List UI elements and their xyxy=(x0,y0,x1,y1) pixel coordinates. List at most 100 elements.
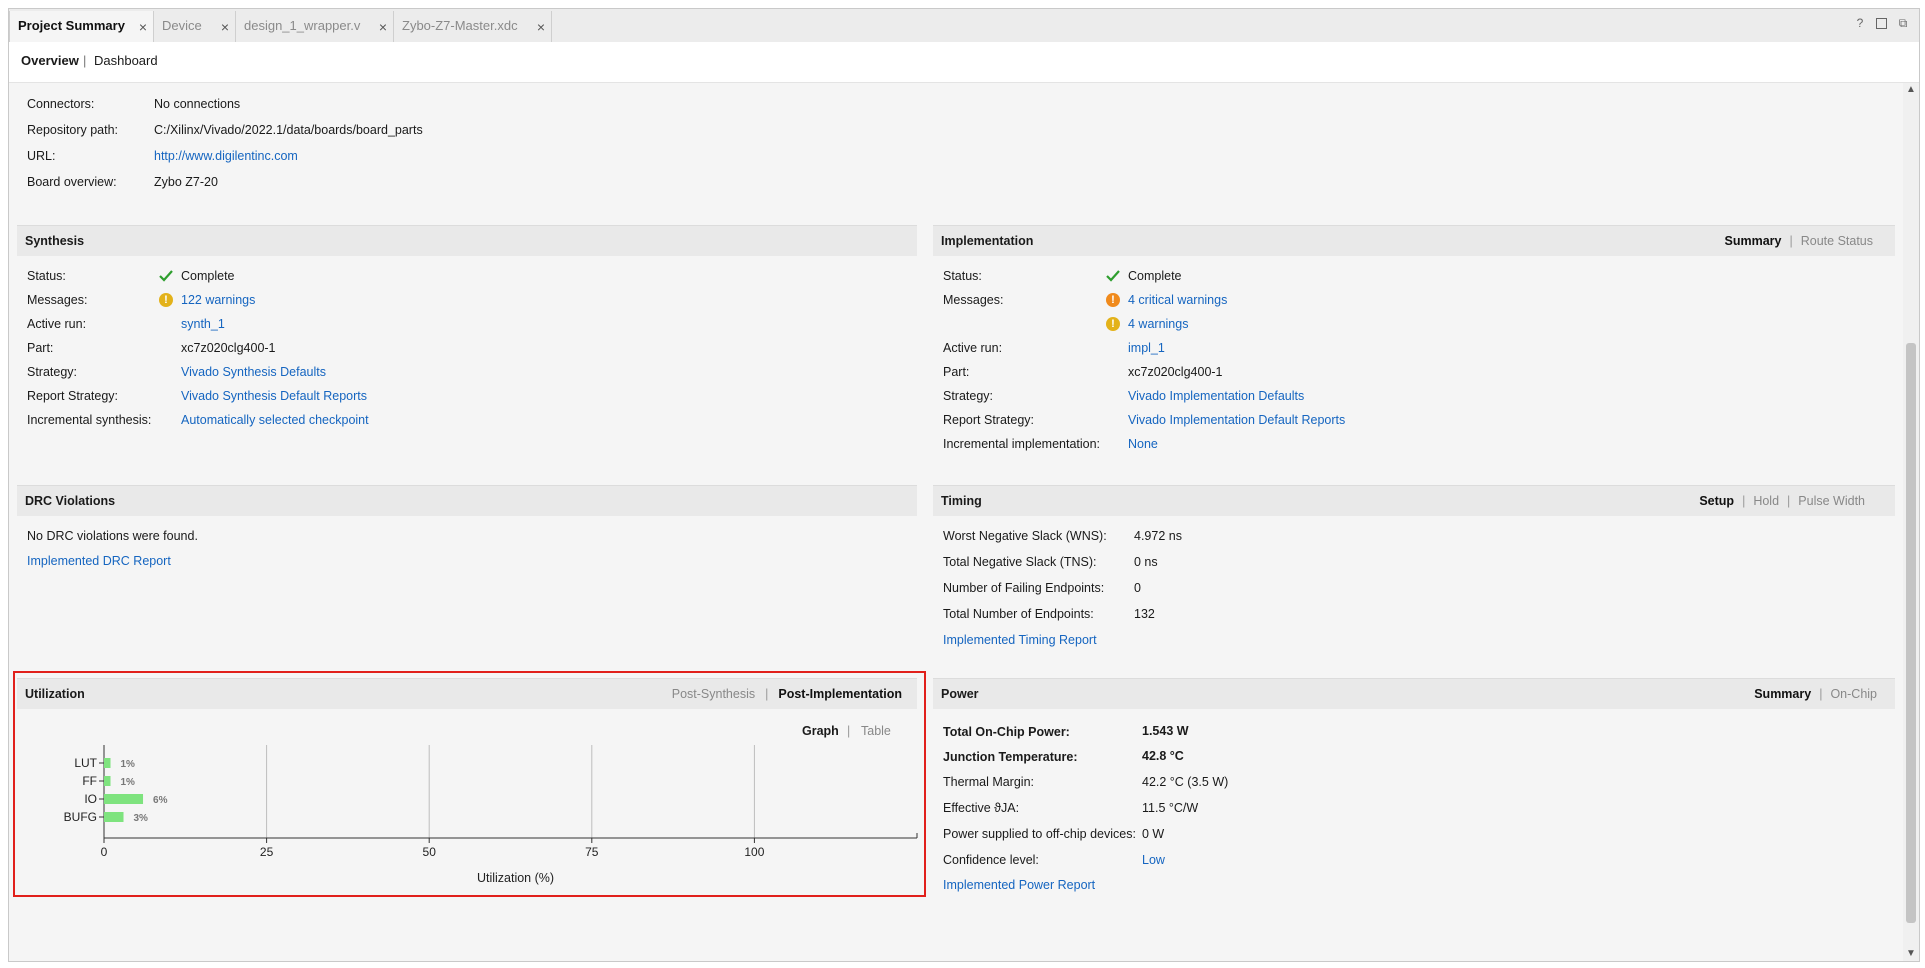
view-separator: | xyxy=(847,724,851,738)
check-icon xyxy=(1106,270,1120,282)
view-graph-toggle[interactable]: Graph xyxy=(802,724,839,738)
tab-route-status[interactable]: Route Status xyxy=(1801,234,1873,248)
tab-label: Device xyxy=(162,18,202,33)
tab-xdc[interactable]: Zybo-Z7-Master.xdc × xyxy=(394,11,552,42)
junction-temp-label: Junction Temperature: xyxy=(943,750,1078,764)
subnav-separator: | xyxy=(83,53,87,68)
synth-report-link[interactable]: Vivado Synthesis Default Reports xyxy=(181,389,367,403)
tab-project-summary[interactable]: Project Summary × xyxy=(9,11,154,43)
close-icon[interactable]: × xyxy=(221,12,229,42)
warning-icon: ! xyxy=(1106,317,1120,331)
thermal-margin-label: Thermal Margin: xyxy=(943,775,1034,789)
drc-report-link[interactable]: Implemented DRC Report xyxy=(27,554,171,568)
synthesis-title: Synthesis xyxy=(25,234,85,248)
drc-title: DRC Violations xyxy=(25,494,116,508)
repo-path-label: Repository path: xyxy=(27,123,119,137)
tab-post-synthesis[interactable]: Post-Synthesis xyxy=(672,687,755,701)
scrollbar-thumb[interactable] xyxy=(1906,343,1916,923)
confidence-label: Confidence level: xyxy=(943,853,1039,867)
impl-active-run-link[interactable]: impl_1 xyxy=(1128,341,1165,355)
tns-label: Total Negative Slack (TNS): xyxy=(943,555,1097,569)
check-icon xyxy=(159,270,173,282)
offchip-power-label: Power supplied to off-chip devices: xyxy=(943,827,1136,841)
junction-temp-value: 42.8 °C xyxy=(1142,749,1184,763)
power-panel-header: Power Summary | On-Chip xyxy=(933,678,1895,709)
synth-incremental-link[interactable]: Automatically selected checkpoint xyxy=(181,413,369,427)
timing-title: Timing xyxy=(941,494,982,508)
total-power-label: Total On-Chip Power: xyxy=(943,725,1070,739)
url-label: URL: xyxy=(27,149,56,163)
x-tick-label: 0 xyxy=(101,845,108,859)
tab-power-summary[interactable]: Summary xyxy=(1754,687,1811,701)
tab-design-wrapper[interactable]: design_1_wrapper.v × xyxy=(236,11,394,42)
synth-strategy-link[interactable]: Vivado Synthesis Defaults xyxy=(181,365,326,379)
power-tabs: Summary | On-Chip xyxy=(1754,687,1877,701)
board-overview-label: Board overview: xyxy=(27,175,117,189)
utilization-tabs: Post-Synthesis | Post-Implementation xyxy=(671,687,902,701)
bar-lut xyxy=(104,758,111,768)
synth-active-run-link[interactable]: synth_1 xyxy=(181,317,225,331)
view-table-toggle[interactable]: Table xyxy=(861,724,891,738)
url-link[interactable]: http://www.digilentinc.com xyxy=(154,149,298,163)
synth-part-value: xc7z020clg400-1 xyxy=(181,341,276,355)
connectors-label: Connectors: xyxy=(27,97,95,111)
impl-incremental-link[interactable]: None xyxy=(1128,437,1158,451)
x-tick-label: 50 xyxy=(423,845,437,859)
power-title: Power xyxy=(941,687,979,701)
tab-pulse-width[interactable]: Pulse Width xyxy=(1798,494,1865,508)
tab-on-chip[interactable]: On-Chip xyxy=(1830,687,1877,701)
synthesis-panel-header: Synthesis xyxy=(17,225,917,256)
overview-link[interactable]: Overview xyxy=(21,53,79,68)
scroll-up-icon[interactable]: ▲ xyxy=(1903,83,1919,97)
timing-report-link[interactable]: Implemented Timing Report xyxy=(943,633,1097,647)
close-icon[interactable]: × xyxy=(537,12,545,42)
summary-content: Connectors: No connections Repository pa… xyxy=(9,83,1904,961)
dashboard-link[interactable]: Dashboard xyxy=(94,53,158,68)
vertical-scrollbar[interactable]: ▲ ▼ xyxy=(1903,83,1919,961)
tab-device[interactable]: Device × xyxy=(154,11,236,42)
scroll-down-icon[interactable]: ▼ xyxy=(1903,947,1919,961)
failing-endpoints-label: Number of Failing Endpoints: xyxy=(943,581,1105,595)
timing-panel-header: Timing Setup | Hold | Pulse Width xyxy=(933,485,1895,516)
thermal-margin-value: 42.2 °C (3.5 W) xyxy=(1142,775,1229,789)
total-endpoints-label: Total Number of Endpoints: xyxy=(943,607,1094,621)
tab-post-implementation[interactable]: Post-Implementation xyxy=(778,687,902,701)
synth-active-run-label: Active run: xyxy=(27,317,87,331)
repo-path-value: C:/Xilinx/Vivado/2022.1/data/boards/boar… xyxy=(154,123,423,137)
synth-warnings-link[interactable]: 122 warnings xyxy=(181,293,255,307)
impl-active-run-label: Active run: xyxy=(943,341,1003,355)
impl-strategy-link[interactable]: Vivado Implementation Defaults xyxy=(1128,389,1304,403)
tab-label: design_1_wrapper.v xyxy=(244,18,361,33)
tab-hold[interactable]: Hold xyxy=(1753,494,1779,508)
data-label: 6% xyxy=(153,795,168,806)
tab-setup[interactable]: Setup xyxy=(1699,494,1734,508)
impl-strategy-label: Strategy: xyxy=(943,389,994,403)
power-report-link[interactable]: Implemented Power Report xyxy=(943,878,1095,892)
impl-status-label: Status: xyxy=(943,269,982,283)
category-label: BUFG xyxy=(64,810,97,824)
impl-critical-warnings-link[interactable]: 4 critical warnings xyxy=(1128,293,1227,307)
impl-report-label: Report Strategy: xyxy=(943,413,1035,427)
implementation-panel-header: Implementation Summary | Route Status xyxy=(933,225,1895,256)
total-endpoints-value: 132 xyxy=(1134,607,1155,621)
utilization-chart: 0 25 50 75 100 LUT 1% FF 1% IO 6% BUFG 3% Utilization… xyxy=(64,745,918,885)
total-power-value: 1.543 W xyxy=(1142,724,1189,738)
project-summary-window: Project Summary × Device × design_1_wrap… xyxy=(8,8,1920,962)
implementation-tabs: Summary | Route Status xyxy=(1724,234,1874,248)
float-icon[interactable]: ⧉ xyxy=(1897,17,1909,29)
utilization-panel-header: Utilization Post-Synthesis | Post-Implemen… xyxy=(17,678,917,709)
utilization-title: Utilization xyxy=(25,687,85,701)
impl-status-value: Complete xyxy=(1128,269,1182,283)
help-icon[interactable]: ? xyxy=(1854,17,1866,29)
tab-impl-summary[interactable]: Summary xyxy=(1725,234,1782,248)
impl-incremental-label: Incremental implementation: xyxy=(943,437,1101,451)
confidence-link[interactable]: Low xyxy=(1142,853,1165,867)
close-icon[interactable]: × xyxy=(139,12,147,42)
synth-status-label: Status: xyxy=(27,269,66,283)
failing-endpoints-value: 0 xyxy=(1134,581,1141,595)
close-icon[interactable]: × xyxy=(379,12,387,42)
wns-label: Worst Negative Slack (WNS): xyxy=(943,529,1107,543)
restore-icon[interactable] xyxy=(1876,18,1887,29)
impl-warnings-link[interactable]: 4 warnings xyxy=(1128,317,1188,331)
impl-report-link[interactable]: Vivado Implementation Default Reports xyxy=(1128,413,1345,427)
